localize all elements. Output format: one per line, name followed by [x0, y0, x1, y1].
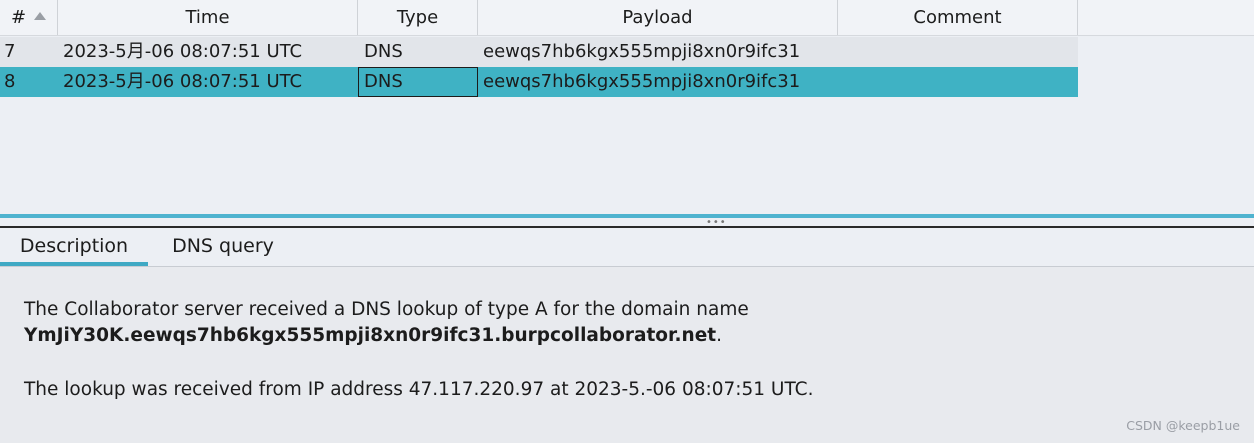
row-comment[interactable] — [843, 67, 1073, 97]
column-header-payload[interactable]: Payload — [478, 0, 838, 35]
row-time: 2023-5月-06 08:07:51 UTC — [63, 71, 303, 92]
row-type: DNS — [364, 41, 403, 62]
column-header-time[interactable]: Time — [58, 0, 358, 35]
description-panel: The Collaborator server received a DNS l… — [0, 267, 1254, 443]
interaction-table: # Time Type Payload Comment 7 2023-5月-06… — [0, 0, 1254, 214]
description-domain-line: YmJiY30K.eewqs7hb6kgx555mpji8xn0r9ifc31.… — [24, 325, 722, 346]
description-source-line: The lookup was received from IP address … — [24, 379, 814, 400]
sort-ascending-icon — [34, 12, 47, 20]
column-header-comment[interactable]: Comment — [838, 0, 1078, 35]
tab-dns-query[interactable]: DNS query — [148, 228, 298, 266]
split-pane-divider[interactable]: ••• — [0, 214, 1254, 228]
row-comment[interactable] — [843, 37, 1073, 67]
row-type-focused-cell[interactable]: DNS — [358, 67, 478, 97]
row-time: 2023-5月-06 08:07:51 UTC — [63, 41, 303, 62]
row-payload: eewqs7hb6kgx555mpji8xn0r9ifc31 — [483, 41, 801, 62]
domain-name: YmJiY30K.eewqs7hb6kgx555mpji8xn0r9ifc31.… — [24, 325, 717, 346]
table-row-selected[interactable]: 8 2023-5月-06 08:07:51 UTC DNS eewqs7hb6k… — [0, 67, 1078, 97]
description-line: The Collaborator server received a DNS l… — [24, 299, 749, 320]
row-payload: eewqs7hb6kgx555mpji8xn0r9ifc31 — [483, 71, 801, 92]
tab-description[interactable]: Description — [0, 228, 148, 266]
row-number: 8 — [4, 71, 16, 92]
watermark: CSDN @keepb1ue — [1126, 418, 1240, 433]
column-header-type[interactable]: Type — [358, 0, 478, 35]
detail-tabs: Description DNS query — [0, 228, 1254, 267]
column-header-number[interactable]: # — [0, 0, 58, 35]
row-number: 7 — [4, 41, 16, 62]
table-row[interactable]: 7 2023-5月-06 08:07:51 UTC DNS eewqs7hb6k… — [0, 37, 1078, 67]
table-header: # Time Type Payload Comment — [0, 0, 1254, 36]
